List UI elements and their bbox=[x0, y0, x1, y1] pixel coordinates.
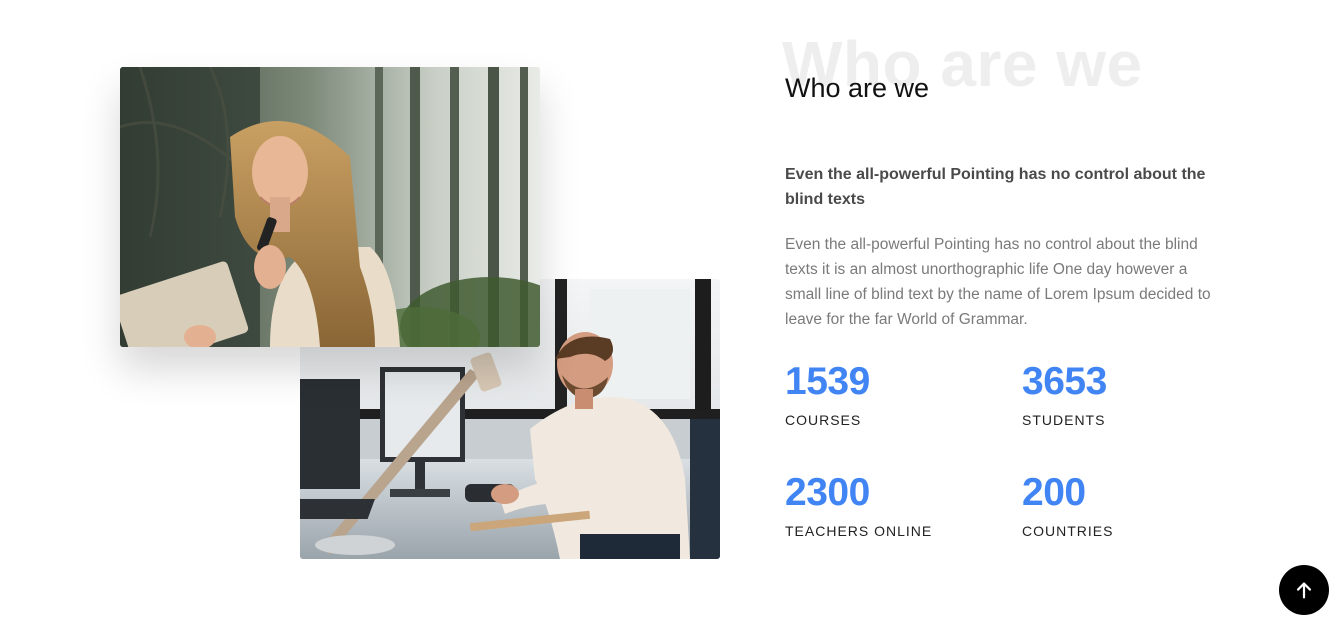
arrow-up-icon bbox=[1293, 579, 1315, 601]
stat-label: COURSES bbox=[785, 412, 862, 428]
stat-number: 2300 bbox=[785, 471, 870, 514]
stat-teachers-online: 2300 TEACHERS ONLINE bbox=[785, 471, 1005, 540]
stat-countries: 200 COUNTRIES bbox=[1022, 471, 1242, 540]
stat-courses: 1539 COURSES bbox=[785, 360, 1005, 429]
back-to-top-button[interactable] bbox=[1279, 565, 1329, 615]
stat-label: TEACHERS ONLINE bbox=[785, 523, 933, 539]
stat-number: 1539 bbox=[785, 360, 870, 403]
section-title: Who are we bbox=[785, 73, 930, 103]
stat-label: STUDENTS bbox=[1022, 412, 1106, 428]
woman-phone-photo bbox=[120, 67, 540, 347]
stat-number: 200 bbox=[1022, 471, 1086, 514]
stat-label: COUNTRIES bbox=[1022, 523, 1114, 539]
lead-paragraph: Even the all-powerful Pointing has no co… bbox=[785, 166, 1206, 208]
stat-students: 3653 STUDENTS bbox=[1022, 360, 1242, 429]
body-paragraph: Even the all-powerful Pointing has no co… bbox=[785, 236, 1211, 328]
stat-number: 3653 bbox=[1022, 360, 1107, 403]
